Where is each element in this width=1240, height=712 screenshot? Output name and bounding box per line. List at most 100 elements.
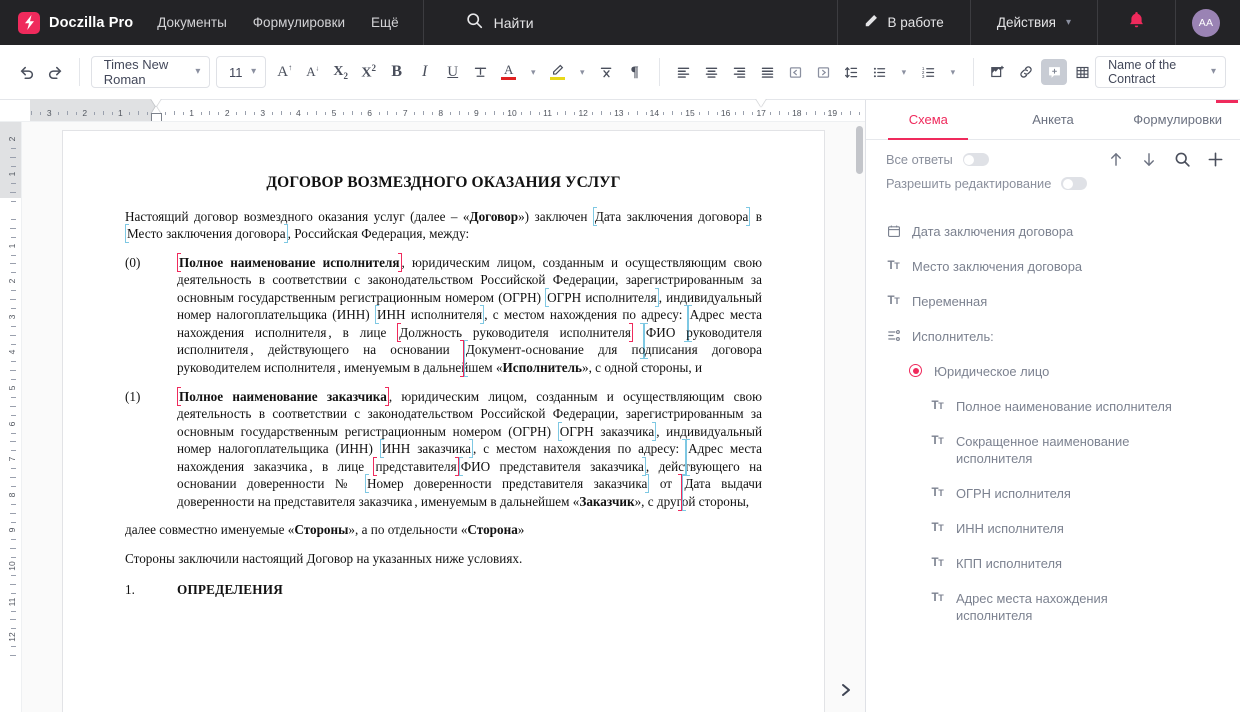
tab-questionnaire[interactable]: Анкета: [991, 100, 1116, 139]
paragraph-closing-1[interactable]: далее совместно именуемые «Стороны», а п…: [125, 521, 762, 539]
italic-icon[interactable]: I: [412, 59, 438, 85]
left-indent-marker[interactable]: [150, 113, 162, 121]
section-heading-1[interactable]: 1. ОПРЕДЕЛЕНИЯ: [125, 581, 762, 599]
clear-format-icon[interactable]: [594, 59, 620, 85]
paragraph-closing-2[interactable]: Стороны заключили настоящий Договор на у…: [125, 550, 762, 568]
vertical-ruler[interactable]: 2 1 1 2 3 4 5 6 7 8 9 10 11 12: [0, 122, 22, 712]
insert-image-icon[interactable]: [985, 59, 1011, 85]
toggle-all-answers[interactable]: [962, 153, 989, 166]
variable-placeholder[interactable]: Полное наименование исполнителя: [177, 255, 402, 270]
superscript-icon[interactable]: X2: [356, 59, 382, 85]
ruler-number: 4: [7, 350, 17, 355]
horizontal-ruler-track[interactable]: 3 2 1 1 2 3 4 5 6 7 8 9 10 11 12 13 14 15 16 17 18 19: [30, 99, 865, 121]
ruler-tick: [11, 147, 16, 149]
ruler-tick: [11, 539, 16, 541]
tree-item-contract-date[interactable]: Дата заключения договора: [886, 214, 1226, 249]
paragraph-party-1[interactable]: (1) Полное наименование заказчика, юриди…: [125, 388, 762, 511]
redo-icon[interactable]: [42, 59, 68, 85]
text: Настоящий договор возмездного оказания у…: [125, 208, 470, 224]
contract-name-select[interactable]: Name of the Contract ▾: [1095, 56, 1227, 88]
nav-more[interactable]: Ещё: [369, 11, 401, 34]
arrow-down-icon[interactable]: [1138, 148, 1160, 170]
variable-placeholder[interactable]: ОГРН исполнителя: [545, 290, 659, 305]
align-right-icon[interactable]: [726, 59, 752, 85]
variable-placeholder[interactable]: представителя: [373, 459, 458, 474]
highlight-color-chevron-down-icon[interactable]: ▾: [573, 59, 592, 85]
ruler-tick: [75, 112, 77, 115]
nav-documents[interactable]: Документы: [155, 11, 229, 34]
undo-icon[interactable]: [14, 59, 40, 85]
ruler-tick: [743, 111, 745, 115]
brand[interactable]: Doczilla Pro: [0, 0, 155, 45]
variable-placeholder[interactable]: ИНН исполнителя: [375, 307, 484, 322]
search-icon[interactable]: [1171, 148, 1193, 170]
document-page[interactable]: ДОГОВОР ВОЗМЕЗДНОГО ОКАЗАНИЯ УСЛУГ Насто…: [62, 130, 825, 712]
font-color-icon[interactable]: A: [496, 59, 522, 85]
variable-placeholder[interactable]: ОГРН заказчика: [558, 424, 657, 439]
tree-item-full-name[interactable]: TT Полное наименование исполнителя: [886, 389, 1226, 424]
tree-item-short-name[interactable]: TT Сокращенное наименование исполнителя: [886, 424, 1226, 476]
right-indent-marker[interactable]: [755, 99, 766, 107]
tree-item-contract-place[interactable]: TT Место заключения договора: [886, 249, 1226, 284]
align-left-icon[interactable]: [670, 59, 696, 85]
bulleted-list-chevron-down-icon[interactable]: ▾: [894, 59, 913, 85]
document-canvas[interactable]: ДОГОВОР ВОЗМЕЗДНОГО ОКАЗАНИЯ УСЛУГ Насто…: [22, 122, 865, 712]
increase-font-icon[interactable]: A↑: [272, 59, 298, 85]
variable-placeholder[interactable]: ИНН заказчика: [380, 441, 473, 456]
indent-decrease-icon[interactable]: [782, 59, 808, 85]
variable-placeholder[interactable]: Номер доверенности представителя заказчи…: [365, 476, 649, 491]
bulleted-list-icon[interactable]: [866, 59, 892, 85]
decrease-font-icon[interactable]: A↓: [300, 59, 326, 85]
tree-item-address[interactable]: TT Адрес места нахождения исполнителя: [886, 581, 1226, 633]
highlight-color-icon[interactable]: [545, 59, 571, 85]
paragraph-intro[interactable]: Настоящий договор возмездного оказания у…: [125, 208, 762, 243]
variable-placeholder[interactable]: Должность руководителя исполнителя: [397, 325, 633, 340]
variable-placeholder[interactable]: ФИО представителя заказчика: [459, 459, 646, 474]
text: », а по отдельности «: [348, 522, 468, 538]
variable-placeholder[interactable]: Полное наименование заказчика: [177, 389, 389, 404]
font-color-chevron-down-icon[interactable]: ▾: [524, 59, 543, 85]
tree-item-inn[interactable]: TT ИНН исполнителя: [886, 511, 1226, 546]
global-search[interactable]: Найти: [446, 0, 656, 45]
subscript-icon[interactable]: X2: [328, 59, 354, 85]
plus-icon[interactable]: [1204, 148, 1226, 170]
expand-panel-chevron-right-icon[interactable]: [834, 678, 858, 702]
underline-icon[interactable]: U: [440, 59, 466, 85]
font-family-select[interactable]: Times New Roman ▾: [90, 56, 211, 88]
nav-wordings[interactable]: Формулировки: [251, 11, 347, 34]
insert-link-icon[interactable]: [1013, 59, 1039, 85]
arrow-up-icon[interactable]: [1105, 148, 1127, 170]
tree-item-kpp[interactable]: TT КПП исполнителя: [886, 546, 1226, 581]
numbered-list-icon[interactable]: 1 2 3: [915, 59, 941, 85]
indent-increase-icon[interactable]: [810, 59, 836, 85]
text-type-icon: TT: [931, 400, 944, 413]
tab-wordings[interactable]: Формулировки: [1115, 100, 1240, 139]
actions-menu-button[interactable]: Действия ▾: [971, 0, 1097, 45]
tree-item-legal-entity[interactable]: Юридическое лицо: [886, 354, 1226, 389]
insert-comment-icon[interactable]: [1041, 59, 1068, 85]
avatar[interactable]: AA: [1192, 8, 1220, 37]
ruler-tick: [111, 112, 113, 115]
tree-item-ogrn[interactable]: TT ОГРН исполнителя: [886, 476, 1226, 511]
horizontal-ruler[interactable]: 3 2 1 1 2 3 4 5 6 7 8 9 10 11 12 13 14 15 16 17 18 19: [0, 99, 865, 122]
document-scrollbar[interactable]: [856, 126, 863, 174]
ruler-number: 10: [7, 561, 17, 571]
line-spacing-icon[interactable]: [838, 59, 864, 85]
numbered-list-chevron-down-icon[interactable]: ▾: [943, 59, 962, 85]
font-size-select[interactable]: 11 ▾: [216, 56, 267, 88]
insert-table-icon[interactable]: [1069, 59, 1095, 85]
status-in-progress-button[interactable]: В работе: [838, 0, 970, 45]
notifications-button[interactable]: [1098, 0, 1175, 45]
toggle-allow-editing[interactable]: [1061, 177, 1088, 190]
tree-item-contractor-group[interactable]: Исполнитель:: [886, 319, 1226, 354]
variable-placeholder[interactable]: Место заключения договора: [125, 226, 288, 241]
align-justify-icon[interactable]: [754, 59, 780, 85]
tab-scheme[interactable]: Схема: [866, 100, 991, 140]
paragraph-party-0[interactable]: (0) Полное наименование исполнителя, юри…: [125, 254, 762, 377]
align-center-icon[interactable]: [698, 59, 724, 85]
strikethrough-icon[interactable]: [468, 59, 494, 85]
bold-icon[interactable]: B: [384, 59, 410, 85]
tree-item-variable[interactable]: TT Переменная: [886, 284, 1226, 319]
variable-placeholder[interactable]: Дата заключения договора: [593, 209, 750, 224]
pilcrow-icon[interactable]: ¶: [622, 59, 648, 85]
